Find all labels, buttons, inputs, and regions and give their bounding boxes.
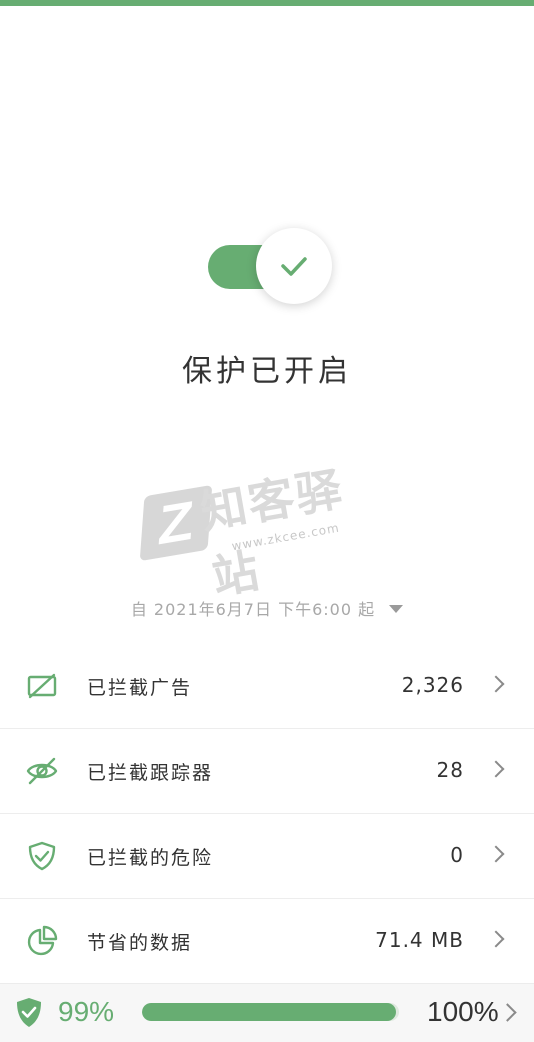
protection-status-title: 保护已开启	[182, 354, 352, 389]
stat-label: 已拦截的危险	[87, 847, 214, 869]
watermark-text: 知客驿站	[196, 461, 348, 605]
stat-row-trackers-blocked[interactable]: 已拦截跟踪器 28	[0, 729, 534, 814]
protection-progress-fill	[142, 1003, 397, 1021]
stat-row-threats-blocked[interactable]: 已拦截的危险 0	[0, 814, 534, 899]
since-date-selector[interactable]: 自 2021年6月7日 下午6:00 起	[0, 596, 534, 620]
chevron-right-icon	[487, 675, 505, 693]
stat-value: 2,326	[401, 673, 464, 697]
stat-label: 节省的数据	[87, 932, 193, 954]
chevron-right-icon	[498, 1003, 517, 1022]
shield-check-filled-icon	[17, 998, 41, 1027]
protection-level-bar[interactable]: 99% 100%	[0, 983, 534, 1042]
since-date-text: 自 2021年6月7日 下午6:00 起	[130, 600, 376, 619]
protection-progress-track	[142, 1003, 399, 1021]
chevron-right-icon	[487, 760, 505, 778]
stats-list: 已拦截广告 2,326 已拦截跟踪器 28 已拦截的危险 0 节省的数据 71.…	[0, 644, 534, 983]
stat-value: 71.4 MB	[375, 928, 464, 952]
top-accent-bar	[0, 0, 534, 6]
shield-check-icon	[28, 841, 56, 871]
pie-chart-icon	[27, 925, 58, 956]
stat-value: 28	[436, 758, 464, 782]
watermark: Z 知客驿站 www.zkcee.com	[135, 430, 395, 610]
stat-label: 已拦截跟踪器	[87, 762, 214, 784]
checkmark-icon	[281, 257, 307, 276]
stat-label: 已拦截广告	[87, 677, 193, 699]
stat-row-ads-blocked[interactable]: 已拦截广告 2,326	[0, 644, 534, 729]
toggle-knob[interactable]	[256, 228, 332, 304]
protection-total: 100%	[427, 996, 499, 1027]
ad-block-icon	[27, 673, 57, 699]
protection-toggle[interactable]	[208, 228, 332, 304]
stat-row-data-saved[interactable]: 节省的数据 71.4 MB	[0, 899, 534, 983]
eye-off-icon	[26, 757, 58, 785]
protection-percent: 99%	[58, 996, 115, 1027]
watermark-logo: Z	[139, 484, 213, 562]
stat-value: 0	[450, 843, 464, 867]
dropdown-caret-icon	[389, 604, 404, 613]
chevron-right-icon	[487, 930, 505, 948]
chevron-right-icon	[487, 845, 505, 863]
watermark-url: www.zkcee.com	[230, 520, 341, 554]
